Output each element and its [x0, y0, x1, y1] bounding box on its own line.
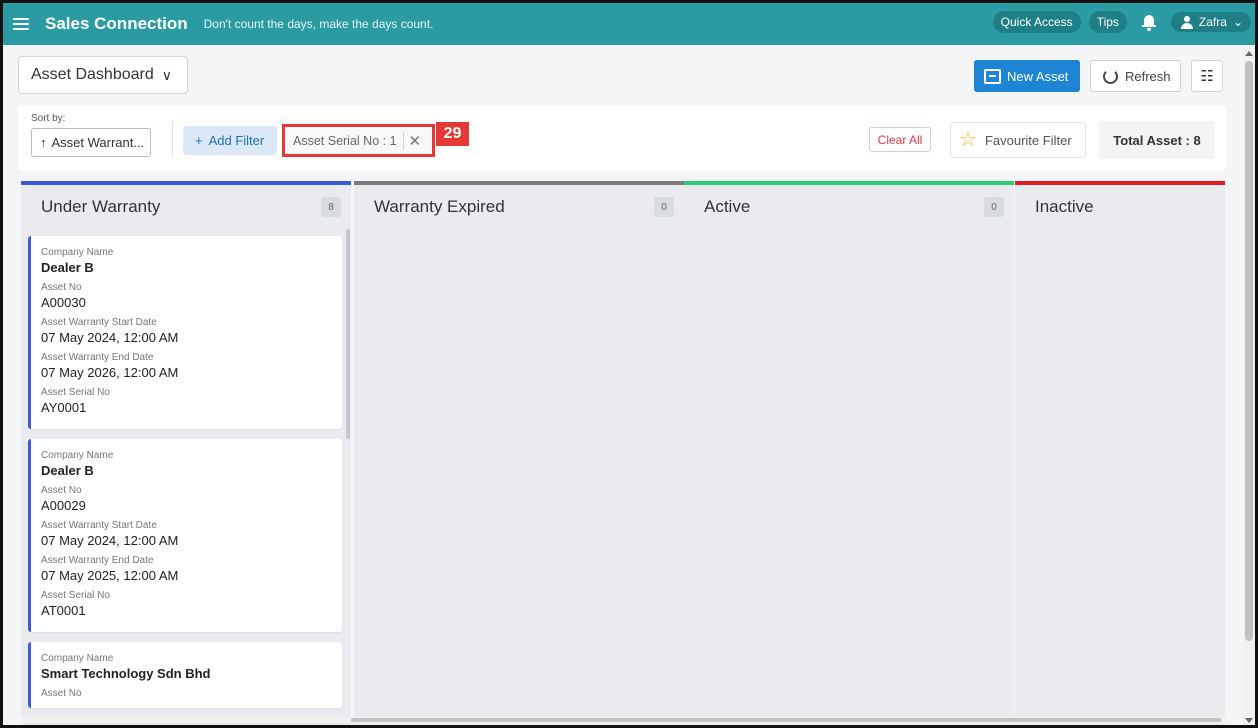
user-icon: [1180, 15, 1193, 29]
archive-icon: [984, 68, 1001, 84]
bell-icon[interactable]: [1141, 13, 1157, 31]
asset-card[interactable]: Company Name Dealer B Asset No A00029 As…: [28, 439, 342, 632]
column-scrollbar[interactable]: [346, 229, 350, 439]
field-label: Asset Serial No: [41, 387, 110, 398]
field-label: Company Name: [41, 247, 114, 258]
user-menu[interactable]: Zafra ⌄: [1170, 12, 1251, 32]
asset-no: A00030: [41, 295, 86, 310]
plus-icon: +: [195, 133, 203, 148]
column-header: Warranty Expired 0: [354, 185, 684, 229]
field-label: Company Name: [41, 450, 114, 461]
serial-no: AY0001: [41, 400, 87, 415]
column-count: 0: [984, 197, 1004, 217]
favourite-filter-button[interactable]: ☆ Favourite Filter: [950, 122, 1086, 158]
filter-chip[interactable]: Asset Serial No : 1 ✕: [282, 124, 435, 157]
column-warranty-expired: Warranty Expired 0: [354, 181, 684, 725]
column-inactive: Inactive: [1015, 181, 1225, 725]
warranty-end: 07 May 2026, 12:00 AM: [41, 365, 179, 380]
dashboard-select[interactable]: Asset Dashboard ∨: [18, 56, 188, 94]
field-label: Asset No: [41, 485, 82, 496]
company-name: Dealer B: [41, 260, 94, 275]
card-list: Company Name Dealer B Asset No A00030 As…: [28, 236, 342, 718]
brand-title[interactable]: Sales Connection: [45, 14, 188, 34]
asset-no: A00029: [41, 498, 86, 513]
sliders-icon: ☷: [1200, 68, 1214, 85]
asset-card[interactable]: Company Name Smart Technology Sdn Bhd As…: [28, 642, 342, 708]
column-header: Under Warranty 8: [21, 185, 351, 229]
annotation-badge: 29: [436, 122, 469, 146]
quick-access-button[interactable]: Quick Access: [992, 11, 1081, 33]
column-title: Warranty Expired: [374, 197, 505, 216]
close-icon[interactable]: ✕: [402, 131, 421, 150]
company-name: Dealer B: [41, 463, 94, 478]
field-label: Asset Warranty End Date: [41, 352, 154, 363]
asset-card[interactable]: Company Name Dealer B Asset No A00030 As…: [28, 236, 342, 429]
new-asset-button[interactable]: New Asset: [974, 60, 1080, 92]
field-label: Asset No: [41, 282, 82, 293]
warranty-start: 07 May 2024, 12:00 AM: [41, 533, 179, 548]
kanban-board: Under Warranty 8 Company Name Dealer B A…: [21, 181, 1225, 725]
app-frame: Sales Connection Don't count the days, m…: [0, 0, 1258, 728]
field-label: Company Name: [41, 653, 114, 664]
warranty-end: 07 May 2025, 12:00 AM: [41, 568, 179, 583]
field-label: Asset Warranty Start Date: [41, 317, 157, 328]
column-header: Active 0: [684, 185, 1014, 229]
tagline: Don't count the days, make the days coun…: [203, 17, 434, 31]
refresh-label: Refresh: [1125, 68, 1171, 84]
column-header: Inactive: [1015, 185, 1225, 229]
total-asset: Total Asset : 8: [1099, 121, 1215, 159]
field-label: Asset Warranty Start Date: [41, 520, 157, 531]
sort-by-label: Sort by:: [31, 113, 66, 124]
dashboard-select-label: Asset Dashboard: [31, 66, 154, 83]
user-name: Zafra: [1198, 15, 1227, 29]
column-title: Inactive: [1035, 197, 1094, 216]
refresh-button[interactable]: Refresh: [1090, 60, 1181, 92]
refresh-icon: [1103, 68, 1118, 84]
filter-bar: Sort by: ↑ Asset Warrant... + Add Filter…: [18, 105, 1226, 171]
arrow-up-icon: ↑: [40, 135, 47, 150]
settings-button[interactable]: ☷: [1191, 60, 1223, 92]
chevron-down-icon: ∨: [161, 66, 172, 83]
filter-chip-label: Asset Serial No : 1: [293, 133, 397, 148]
sort-select[interactable]: ↑ Asset Warrant...: [31, 128, 151, 157]
favourite-filter-label: Favourite Filter: [984, 132, 1072, 148]
dashboard-toolbar: Asset Dashboard ∨ New Asset Refresh ☷: [18, 56, 1228, 96]
clear-all-button[interactable]: Clear All: [869, 127, 931, 152]
divider: [172, 121, 173, 157]
menu-icon[interactable]: [13, 15, 29, 33]
warranty-start: 07 May 2024, 12:00 AM: [41, 330, 179, 345]
chevron-down-icon: ⌄: [1232, 15, 1243, 29]
field-label: Asset Warranty End Date: [41, 555, 154, 566]
field-label: Asset Serial No: [41, 590, 110, 601]
company-name: Smart Technology Sdn Bhd: [41, 666, 211, 681]
tips-button[interactable]: Tips: [1088, 11, 1127, 33]
board-horizontal-scrollbar[interactable]: [21, 717, 1225, 723]
add-filter-button[interactable]: + Add Filter: [183, 126, 277, 155]
top-navbar: Sales Connection Don't count the days, m…: [3, 3, 1255, 45]
column-count: 0: [654, 197, 674, 217]
page-scrollbar[interactable]: [1243, 47, 1255, 725]
new-asset-label: New Asset: [1007, 68, 1069, 84]
column-active: Active 0: [684, 181, 1014, 725]
serial-no: AT0001: [41, 603, 86, 618]
sort-value: Asset Warrant...: [51, 135, 145, 150]
column-title: Active: [704, 197, 751, 216]
star-icon: ☆: [959, 129, 977, 151]
column-count: 8: [321, 197, 341, 217]
column-title: Under Warranty: [41, 197, 161, 216]
add-filter-label: Add Filter: [208, 133, 265, 148]
column-under-warranty: Under Warranty 8 Company Name Dealer B A…: [21, 181, 351, 725]
field-label: Asset No: [41, 688, 82, 699]
